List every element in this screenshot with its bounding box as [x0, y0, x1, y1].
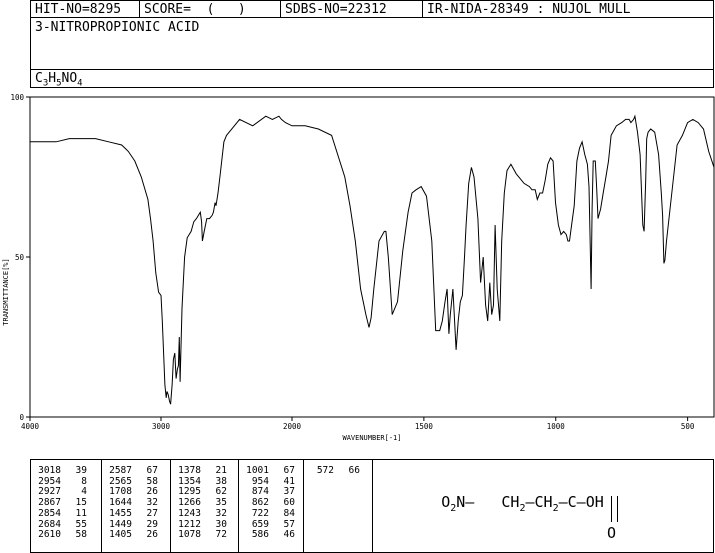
molecular-formula: C3H5NO4 — [35, 71, 83, 89]
peak-row: 572 66 — [304, 465, 372, 477]
structure-ch2-a: CH — [501, 493, 520, 511]
peak-column: 1001 67 954 41 874 37 862 60 722 84 659 57 586 46 — [239, 460, 304, 552]
x-tick-label: 2000 — [283, 422, 302, 431]
peak-wavenumber: 2854 — [38, 507, 61, 519]
header-bar: HIT-NO=8295 SCORE= ( ) SDBS-NO=22312 IR-… — [30, 0, 714, 18]
peak-row: 1078 72 — [171, 530, 238, 541]
peak-wavenumber: 1243 — [178, 507, 201, 519]
peak-row: 1455 27 — [102, 507, 170, 520]
x-tick-label: 1000 — [547, 422, 566, 431]
ir-spectrum-chart: 100500 4000 3000 2000 1500 1000 500 TRANSMITT… — [2, 93, 715, 442]
y-tick-label: 50 — [15, 253, 25, 262]
peak-wavenumber: 1455 — [109, 507, 132, 519]
peak-row: 2854 11 — [31, 507, 101, 520]
peak-column: 2587 67 2565 58 1708 26 1644 32 1455 27 1449 29 1405… — [102, 460, 171, 552]
formula-h: H — [48, 71, 57, 86]
plot-frame — [29, 96, 715, 418]
peak-column: 572 66 — [304, 460, 373, 552]
score: SCORE= ( ) — [140, 1, 281, 18]
structure-cooh: —C—OH — [558, 493, 604, 511]
x-axis-label: WAVENUMBER[-1] — [342, 434, 401, 442]
compound-name: 3-NITROPROPIONIC ACID — [35, 20, 200, 35]
ir-id: IR-NIDA-28349 : NUJOL MULL — [427, 2, 631, 17]
x-tick-label: 4000 — [21, 422, 40, 431]
peak-table: 3018 39 2954 8 2927 4 2867 15 2854 11 2684 55 2610 58… — [30, 459, 714, 553]
peak-transmittance: 27 — [146, 507, 158, 519]
formula-o-count: 4 — [77, 78, 83, 89]
peak-transmittance: 66 — [348, 465, 360, 476]
formula-box: C3H5NO4 — [30, 69, 714, 89]
peak-wavenumber: 586 — [251, 529, 269, 541]
peak-row: 2610 58 — [31, 530, 101, 541]
structure-carbonyl-o: O — [607, 524, 617, 542]
peak-wavenumber: 1078 — [178, 529, 201, 541]
x-tick-label: 500 — [681, 422, 695, 431]
y-tick-label: 0 — [19, 413, 24, 422]
peak-column: 1378 21 1354 38 1295 62 1266 35 1243 32 1212 30 1078… — [171, 460, 239, 552]
formula-no: NO — [61, 71, 78, 86]
structure-panel: O2N— CH2—CH2—C—OH O — [373, 460, 713, 552]
peak-row: 586 46 — [239, 530, 303, 541]
hit-no: HIT-NO=8295 — [31, 1, 140, 18]
x-tick-label: 1500 — [415, 422, 434, 431]
peak-wavenumber: 1405 — [109, 529, 132, 541]
peak-wavenumber: 572 — [316, 465, 334, 476]
peak-wavenumber: 2610 — [38, 529, 61, 541]
structure-formula: O2N— CH2—CH2—C—OH — [387, 475, 604, 532]
formula-c: C — [35, 71, 43, 86]
peak-transmittance: 84 — [283, 507, 295, 519]
peak-wavenumber: 722 — [251, 507, 269, 519]
structure-o: O — [441, 493, 451, 511]
y-ticks: 100 50 0 — [10, 93, 30, 422]
y-tick-label: 100 — [10, 93, 24, 102]
x-tick-label: 3000 — [152, 422, 171, 431]
sdbs-no: SDBS-NO=22312 — [281, 1, 423, 18]
peak-row: 1405 26 — [102, 530, 170, 541]
y-axis-label: TRANSMITTANCE[%] — [2, 258, 10, 325]
structure-n: N— — [456, 493, 475, 511]
peak-row: 722 84 — [239, 507, 303, 520]
peak-transmittance: 11 — [75, 507, 87, 519]
peak-transmittance: 58 — [75, 529, 87, 541]
peak-transmittance: 32 — [215, 507, 227, 519]
compound-name-box: 3-NITROPROPIONIC ACID — [30, 17, 714, 70]
spectrum-line — [30, 114, 715, 405]
peak-transmittance: 26 — [146, 529, 158, 541]
peak-transmittance: 46 — [283, 529, 295, 541]
peak-transmittance: 72 — [215, 529, 227, 541]
structure-ch2-b: —CH — [525, 493, 553, 511]
peak-row: 1243 32 — [171, 507, 238, 520]
x-ticks: 4000 3000 2000 1500 1000 500 — [21, 417, 695, 431]
double-bond — [611, 496, 618, 522]
peak-column: 3018 39 2954 8 2927 4 2867 15 2854 11 2684 55 2610 58 — [31, 460, 102, 552]
